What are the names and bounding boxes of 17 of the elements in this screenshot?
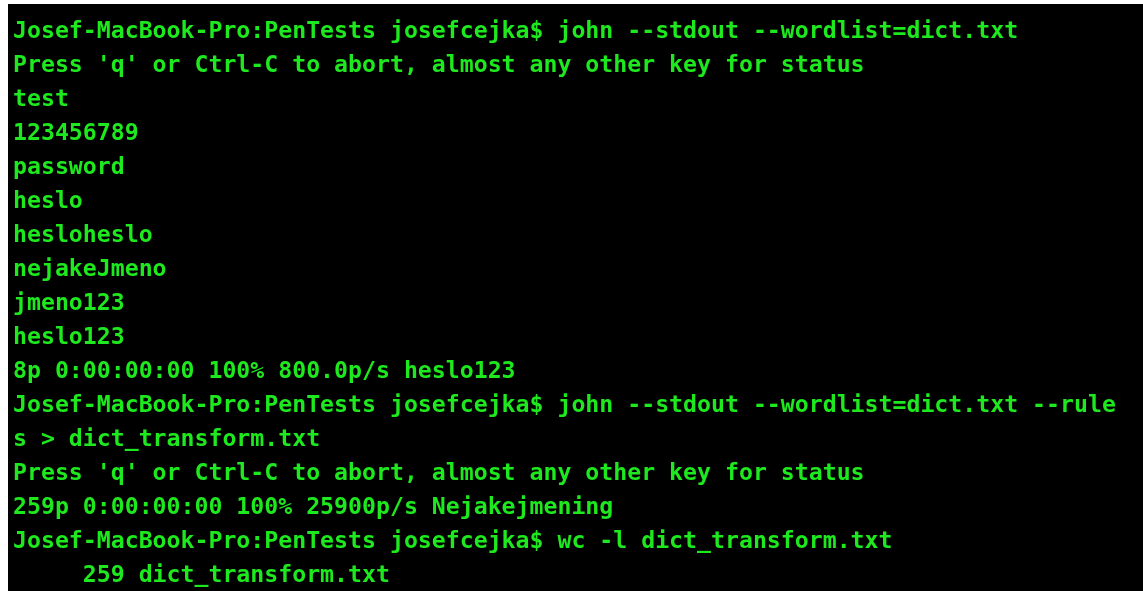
terminal-line: Press 'q' or Ctrl-C to abort, almost any other key for status: [13, 49, 865, 79]
terminal-line: heslo: [13, 185, 83, 215]
terminal-line: jmeno123: [13, 287, 125, 317]
terminal-line: Josef-MacBook-Pro:PenTests josefcejka$ wc -l dict_transform.txt: [13, 525, 893, 555]
terminal-line: 259 dict_transform.txt: [81, 559, 390, 589]
terminal-line: 8p 0:00:00:00 100% 800.0p/s heslo123: [13, 355, 516, 385]
terminal-line: 259p 0:00:00:00 100% 25900p/s Nejakejmening: [13, 491, 614, 521]
terminal-line: heslo123: [13, 321, 125, 351]
terminal-line: s > dict_transform.txt: [13, 423, 321, 453]
terminal-line: password: [13, 151, 125, 181]
terminal-line: 123456789: [13, 117, 139, 147]
terminal-line: test: [13, 83, 69, 113]
terminal-line: hesloheslo: [13, 219, 153, 249]
terminal-line: nejakeJmeno: [13, 253, 167, 283]
terminal-line: Josef-MacBook-Pro:PenTests josefcejka$ john --stdout --wordlist=dict.txt: [13, 15, 1019, 45]
terminal-line: Josef-MacBook-Pro:PenTests josefcejka$ john --stdout --wordlist=dict.txt --rule: [13, 389, 1116, 419]
terminal-line: Press 'q' or Ctrl-C to abort, almost any other key for status: [13, 457, 865, 487]
